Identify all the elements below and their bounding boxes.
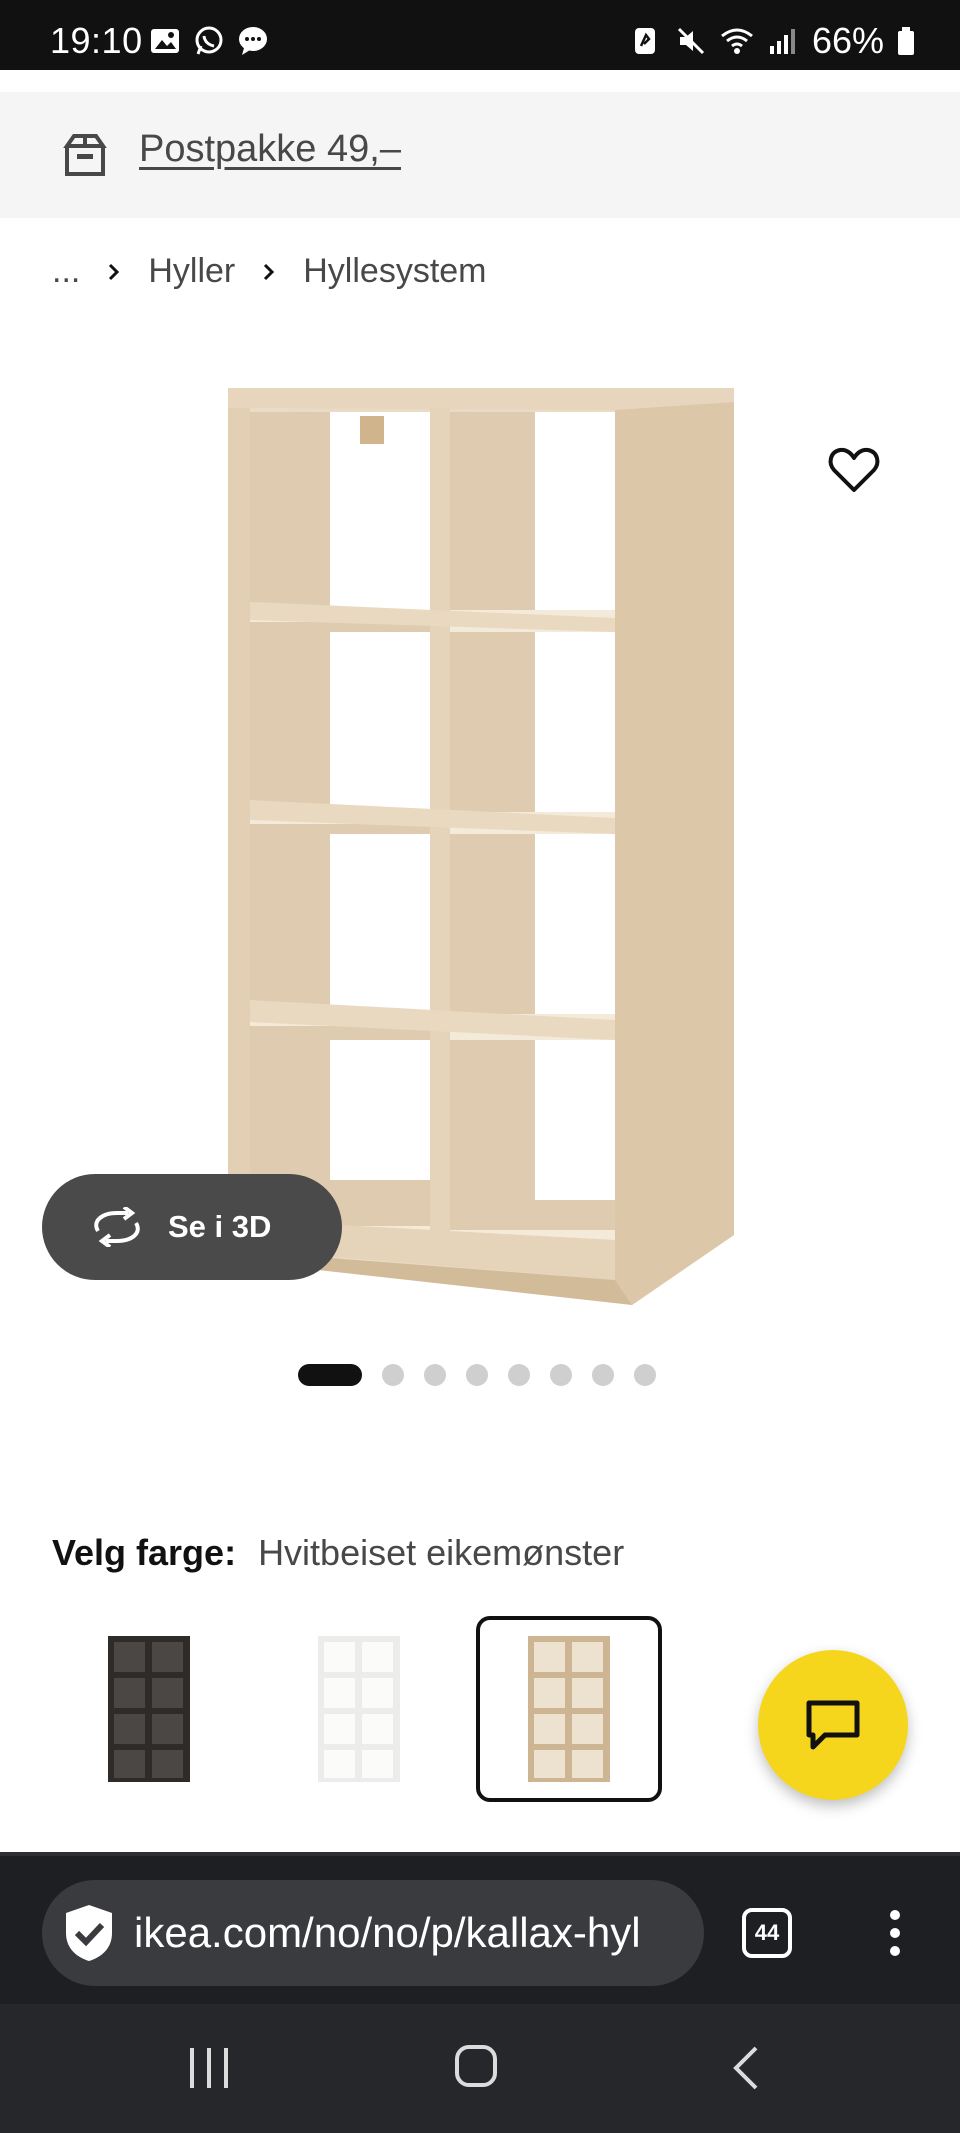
carousel-dot[interactable] bbox=[634, 1364, 656, 1386]
breadcrumb-item-hyller[interactable]: Hyller bbox=[148, 252, 235, 291]
carousel-dot[interactable] bbox=[298, 1364, 362, 1386]
chat-icon bbox=[806, 1700, 860, 1750]
image-carousel-dots bbox=[298, 1364, 656, 1386]
back-icon[interactable] bbox=[730, 2044, 760, 2092]
mute-icon bbox=[677, 27, 704, 55]
url-text[interactable]: ikea.com/no/no/p/kallax-hyl bbox=[134, 1909, 641, 1957]
carousel-dot[interactable] bbox=[592, 1364, 614, 1386]
chevron-right-icon bbox=[109, 263, 120, 280]
swatch-white-stained-oak[interactable] bbox=[476, 1616, 662, 1802]
nfc-icon bbox=[634, 28, 655, 54]
selected-color-name: Hvitbeiset eikemønster bbox=[258, 1532, 625, 1573]
home-icon[interactable] bbox=[454, 2044, 498, 2088]
view-in-3d-button[interactable]: Se i 3D bbox=[42, 1174, 342, 1280]
chevron-right-icon bbox=[264, 263, 275, 280]
wifi-icon bbox=[721, 28, 753, 54]
system-navigation-bar bbox=[0, 2004, 960, 2133]
color-swatches bbox=[56, 1616, 662, 1802]
browser-toolbar: ikea.com/no/no/p/kallax-hyl 44 bbox=[0, 1852, 960, 2004]
message-icon bbox=[239, 27, 267, 55]
shield-check-icon[interactable] bbox=[62, 1903, 116, 1963]
whatsapp-icon bbox=[195, 26, 223, 55]
more-vertical-icon[interactable] bbox=[878, 1908, 912, 1958]
battery-icon bbox=[898, 27, 914, 55]
view-in-3d-label: Se i 3D bbox=[168, 1209, 272, 1244]
breadcrumb: ... Hyller Hyllesystem bbox=[52, 252, 487, 291]
status-bar: 19:10 66% bbox=[0, 0, 960, 70]
swatch-black-brown[interactable] bbox=[56, 1616, 242, 1802]
chat-button[interactable] bbox=[758, 1650, 908, 1800]
shelf-thumbnail-white bbox=[318, 1636, 400, 1782]
rotate-3d-icon bbox=[94, 1207, 140, 1247]
delivery-banner[interactable]: Postpakke 49,– bbox=[0, 92, 960, 218]
recents-icon[interactable] bbox=[186, 2048, 232, 2088]
tab-switcher-button[interactable]: 44 bbox=[742, 1908, 792, 1958]
carousel-dot[interactable] bbox=[424, 1364, 446, 1386]
address-bar[interactable]: ikea.com/no/no/p/kallax-hyl bbox=[42, 1880, 704, 1986]
notification-icons bbox=[148, 24, 270, 58]
color-label: Velg farge: bbox=[52, 1532, 237, 1573]
breadcrumb-ellipsis[interactable]: ... bbox=[52, 252, 80, 291]
carousel-dot[interactable] bbox=[382, 1364, 404, 1386]
carousel-dot[interactable] bbox=[508, 1364, 530, 1386]
signal-icon bbox=[769, 29, 795, 54]
parcel-icon bbox=[63, 134, 107, 176]
gallery-icon bbox=[151, 29, 179, 53]
breadcrumb-item-hyllesystem[interactable]: Hyllesystem bbox=[303, 252, 486, 291]
heart-icon[interactable] bbox=[826, 442, 882, 498]
carousel-dot[interactable] bbox=[466, 1364, 488, 1386]
shelf-thumbnail-oak bbox=[528, 1636, 610, 1782]
carousel-dot[interactable] bbox=[550, 1364, 572, 1386]
shelf-thumbnail-black bbox=[108, 1636, 190, 1782]
system-icons: 66% bbox=[628, 20, 916, 62]
swatch-white[interactable] bbox=[266, 1616, 452, 1802]
status-time: 19:10 bbox=[50, 20, 143, 61]
delivery-link[interactable]: Postpakke 49,– bbox=[139, 128, 401, 171]
battery-percentage: 66% bbox=[811, 20, 884, 61]
color-chooser: Velg farge: Hvitbeiset eikemønster bbox=[52, 1532, 624, 1574]
